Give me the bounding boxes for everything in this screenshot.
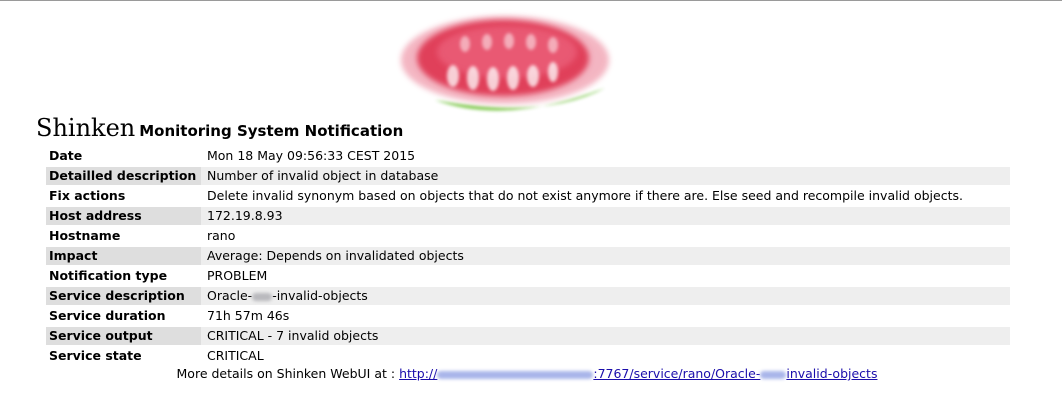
detail-label: Fix actions [49, 188, 126, 203]
detail-value: Mon 18 May 09:56:33 CEST 2015 [207, 148, 416, 163]
detail-value: 71h 57m 46s [207, 308, 290, 323]
detail-row-notification-type: Notification type PROBLEM [46, 267, 1010, 285]
detail-value: Average: Depends on invalidated objects [201, 247, 1010, 265]
detail-row-service-output: Service output CRITICAL - 7 invalid obje… [46, 327, 1010, 345]
detail-row-description: Detailled description Number of invalid … [46, 167, 1010, 185]
shinken-logo [401, 16, 609, 111]
detail-row-fix-actions: Fix actions Delete invalid synonym based… [46, 187, 1010, 205]
detail-label: Service description [46, 287, 201, 305]
redacted-service-name [760, 370, 787, 379]
detail-label: Service output [46, 327, 201, 345]
detail-value: CRITICAL [207, 348, 264, 363]
detail-row-service-duration: Service duration 71h 57m 46s [46, 307, 1010, 325]
detail-label: Date [49, 148, 83, 163]
detail-value: Number of invalid object in database [201, 167, 1010, 185]
notification-details-table: Date Mon 18 May 09:56:33 CEST 2015 Detai… [46, 145, 1010, 367]
page-title: Shinken Monitoring System Notification [36, 114, 403, 142]
detail-label: Service state [49, 348, 142, 363]
detail-value: Delete invalid synonym based on objects … [207, 188, 963, 203]
detail-value: CRITICAL - 7 invalid objects [201, 327, 1010, 345]
detail-row-hostname: Hostname rano [46, 227, 1010, 245]
detail-row-date: Date Mon 18 May 09:56:33 CEST 2015 [46, 147, 1010, 165]
detail-row-impact: Impact Average: Depends on invalidated o… [46, 247, 1010, 265]
redacted-host [437, 370, 594, 379]
redacted-text [252, 292, 273, 301]
detail-label: Hostname [49, 228, 121, 243]
detail-label: Host address [46, 207, 201, 225]
link-middle: :7767/service/rano/Oracle- [593, 366, 761, 381]
detail-row-service-description: Service description Oracle- -invalid-obje… [46, 287, 1010, 305]
detail-value: 172.19.8.93 [201, 207, 1010, 225]
detail-value: Oracle- -invalid-objects [201, 287, 1010, 305]
webui-link[interactable]: http:// :7767/service/rano/Oracle-invalid… [399, 366, 877, 381]
detail-label: Service duration [49, 308, 166, 323]
detail-label: Detailled description [46, 167, 201, 185]
detail-value: rano [207, 228, 236, 243]
service-description-suffix: -invalid-objects [272, 288, 368, 303]
top-border [0, 0, 1062, 1]
detail-label: Notification type [49, 268, 168, 283]
detail-row-service-state: Service state CRITICAL [46, 347, 1010, 365]
footer: More details on Shinken WebUI at : http:… [0, 366, 1062, 381]
link-prefix: http:// [399, 366, 438, 381]
footer-text: More details on Shinken WebUI at : [176, 366, 396, 381]
link-suffix: invalid-objects [786, 366, 878, 381]
page-subtitle: Monitoring System Notification [139, 122, 404, 140]
brand-name: Shinken [36, 114, 136, 142]
detail-row-host-address: Host address 172.19.8.93 [46, 207, 1010, 225]
detail-label: Impact [46, 247, 201, 265]
service-description-prefix: Oracle- [207, 288, 253, 303]
detail-value: PROBLEM [207, 268, 268, 283]
